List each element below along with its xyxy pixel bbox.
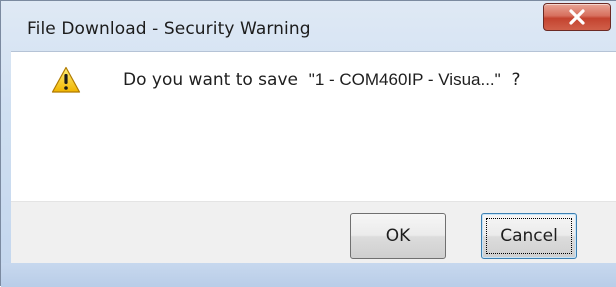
ok-button-label: OK [385, 226, 411, 246]
dialog-window: File Download - Security Warning Do you … [0, 0, 616, 287]
warning-icon [51, 66, 81, 93]
prompt-text: Do you want to save [123, 70, 298, 90]
title-bar[interactable]: File Download - Security Warning [1, 1, 616, 51]
file-name: "1 - COM460IP - Visua..." [308, 70, 501, 89]
prompt-suffix: ? [511, 70, 521, 90]
close-icon [569, 9, 585, 25]
close-button[interactable] [543, 3, 611, 31]
prompt-message: Do you want to save "1 - COM460IP - Visu… [123, 70, 521, 90]
focus-ring [486, 218, 572, 254]
window-title: File Download - Security Warning [27, 19, 311, 39]
ok-button[interactable]: OK [350, 213, 446, 259]
window-bottom-border [1, 263, 616, 287]
background-window-blur [407, 3, 557, 45]
cancel-button[interactable]: Cancel [481, 213, 577, 259]
